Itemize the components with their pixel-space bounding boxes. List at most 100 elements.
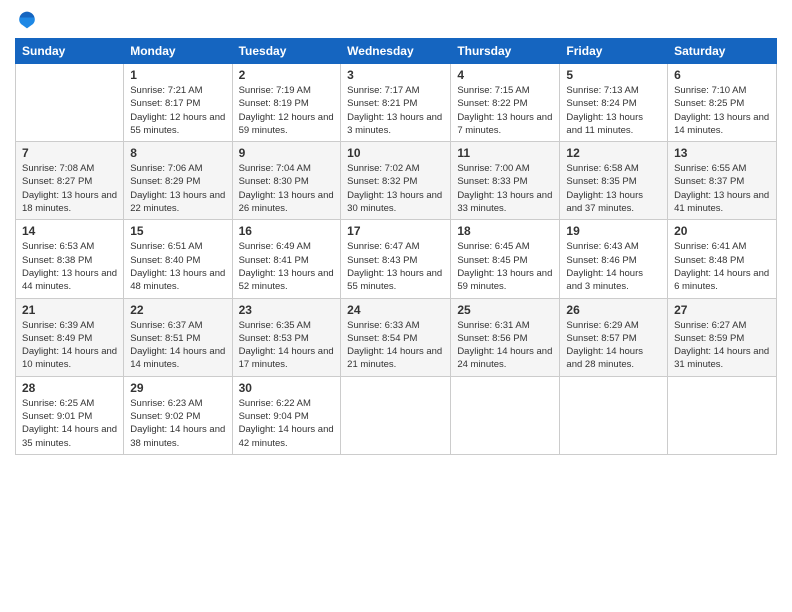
calendar-body: 1Sunrise: 7:21 AM Sunset: 8:17 PM Daylig… [16, 64, 777, 455]
calendar-cell: 13 Sunrise: 6:55 AM Sunset: 8:37 PM Dayli… [668, 142, 777, 220]
day-number: 23 [239, 303, 335, 317]
day-number: 27 [674, 303, 770, 317]
day-info: Sunrise: 7:13 AM Sunset: 8:24 PM Dayligh… [566, 84, 661, 137]
day-info: Sunrise: 6:39 AM Sunset: 8:49 PM Dayligh… [22, 319, 117, 372]
calendar-cell: 29 Sunrise: 6:23 AM Sunset: 9:02 PM Dayli… [124, 376, 232, 454]
calendar-cell [451, 376, 560, 454]
day-info: Sunrise: 7:00 AM Sunset: 8:33 PM Dayligh… [457, 162, 553, 215]
header [15, 10, 777, 30]
calendar-cell [560, 376, 668, 454]
calendar-table: SundayMondayTuesdayWednesdayThursdayFrid… [15, 38, 777, 455]
day-number: 12 [566, 146, 661, 160]
day-info: Sunrise: 6:51 AM Sunset: 8:40 PM Dayligh… [130, 240, 225, 293]
day-info: Sunrise: 6:33 AM Sunset: 8:54 PM Dayligh… [347, 319, 444, 372]
calendar-cell: 21 Sunrise: 6:39 AM Sunset: 8:49 PM Dayli… [16, 298, 124, 376]
main-container: SundayMondayTuesdayWednesdayThursdayFrid… [0, 0, 792, 612]
day-number: 10 [347, 146, 444, 160]
calendar-week-0: 1Sunrise: 7:21 AM Sunset: 8:17 PM Daylig… [16, 64, 777, 142]
day-number: 26 [566, 303, 661, 317]
day-info: Sunrise: 6:53 AM Sunset: 8:38 PM Dayligh… [22, 240, 117, 293]
day-info: Sunrise: 6:55 AM Sunset: 8:37 PM Dayligh… [674, 162, 770, 215]
day-info: Sunrise: 6:25 AM Sunset: 9:01 PM Dayligh… [22, 397, 117, 450]
day-header-saturday: Saturday [668, 39, 777, 64]
calendar-cell: 4 Sunrise: 7:15 AM Sunset: 8:22 PM Daylig… [451, 64, 560, 142]
calendar-cell: 3Sunrise: 7:17 AM Sunset: 8:21 PM Daylig… [341, 64, 451, 142]
day-number: 5 [566, 68, 661, 82]
calendar-week-4: 28 Sunrise: 6:25 AM Sunset: 9:01 PM Dayli… [16, 376, 777, 454]
day-number: 30 [239, 381, 335, 395]
calendar-cell: 24 Sunrise: 6:33 AM Sunset: 8:54 PM Dayli… [341, 298, 451, 376]
day-number: 6 [674, 68, 770, 82]
day-number: 15 [130, 224, 225, 238]
day-number: 9 [239, 146, 335, 160]
day-header-sunday: Sunday [16, 39, 124, 64]
day-info: Sunrise: 6:47 AM Sunset: 8:43 PM Dayligh… [347, 240, 444, 293]
calendar-cell: 6 Sunrise: 7:10 AM Sunset: 8:25 PM Daylig… [668, 64, 777, 142]
day-info: Sunrise: 7:10 AM Sunset: 8:25 PM Dayligh… [674, 84, 770, 137]
day-info: Sunrise: 6:43 AM Sunset: 8:46 PM Dayligh… [566, 240, 661, 293]
calendar-cell: 20 Sunrise: 6:41 AM Sunset: 8:48 PM Dayli… [668, 220, 777, 298]
calendar-cell: 27 Sunrise: 6:27 AM Sunset: 8:59 PM Dayli… [668, 298, 777, 376]
day-info: Sunrise: 7:04 AM Sunset: 8:30 PM Dayligh… [239, 162, 335, 215]
day-header-monday: Monday [124, 39, 232, 64]
day-info: Sunrise: 6:22 AM Sunset: 9:04 PM Dayligh… [239, 397, 335, 450]
calendar-cell: 26 Sunrise: 6:29 AM Sunset: 8:57 PM Dayli… [560, 298, 668, 376]
day-number: 21 [22, 303, 117, 317]
calendar-cell: 12 Sunrise: 6:58 AM Sunset: 8:35 PM Dayli… [560, 142, 668, 220]
day-info: Sunrise: 7:08 AM Sunset: 8:27 PM Dayligh… [22, 162, 117, 215]
calendar-cell: 23 Sunrise: 6:35 AM Sunset: 8:53 PM Dayli… [232, 298, 341, 376]
calendar-cell: 25 Sunrise: 6:31 AM Sunset: 8:56 PM Dayli… [451, 298, 560, 376]
day-info: Sunrise: 6:45 AM Sunset: 8:45 PM Dayligh… [457, 240, 553, 293]
day-number: 4 [457, 68, 553, 82]
calendar-cell: 1Sunrise: 7:21 AM Sunset: 8:17 PM Daylig… [124, 64, 232, 142]
calendar-cell: 11 Sunrise: 7:00 AM Sunset: 8:33 PM Dayli… [451, 142, 560, 220]
logo-text [15, 10, 37, 30]
day-number: 17 [347, 224, 444, 238]
calendar-cell: 22 Sunrise: 6:37 AM Sunset: 8:51 PM Dayli… [124, 298, 232, 376]
day-number: 25 [457, 303, 553, 317]
day-info: Sunrise: 6:31 AM Sunset: 8:56 PM Dayligh… [457, 319, 553, 372]
day-info: Sunrise: 6:35 AM Sunset: 8:53 PM Dayligh… [239, 319, 335, 372]
calendar-cell: 16 Sunrise: 6:49 AM Sunset: 8:41 PM Dayli… [232, 220, 341, 298]
day-header-wednesday: Wednesday [341, 39, 451, 64]
day-info: Sunrise: 6:37 AM Sunset: 8:51 PM Dayligh… [130, 319, 225, 372]
day-number: 2 [239, 68, 335, 82]
day-info: Sunrise: 6:23 AM Sunset: 9:02 PM Dayligh… [130, 397, 225, 450]
day-info: Sunrise: 7:21 AM Sunset: 8:17 PM Dayligh… [130, 84, 225, 137]
calendar-cell [668, 376, 777, 454]
calendar-cell [341, 376, 451, 454]
day-info: Sunrise: 6:58 AM Sunset: 8:35 PM Dayligh… [566, 162, 661, 215]
day-info: Sunrise: 7:19 AM Sunset: 8:19 PM Dayligh… [239, 84, 335, 137]
day-info: Sunrise: 6:29 AM Sunset: 8:57 PM Dayligh… [566, 319, 661, 372]
calendar-cell: 30 Sunrise: 6:22 AM Sunset: 9:04 PM Dayli… [232, 376, 341, 454]
day-info: Sunrise: 7:02 AM Sunset: 8:32 PM Dayligh… [347, 162, 444, 215]
day-number: 18 [457, 224, 553, 238]
day-info: Sunrise: 7:15 AM Sunset: 8:22 PM Dayligh… [457, 84, 553, 137]
day-number: 16 [239, 224, 335, 238]
day-number: 28 [22, 381, 117, 395]
day-number: 29 [130, 381, 225, 395]
calendar-week-3: 21 Sunrise: 6:39 AM Sunset: 8:49 PM Dayli… [16, 298, 777, 376]
day-info: Sunrise: 6:49 AM Sunset: 8:41 PM Dayligh… [239, 240, 335, 293]
calendar-cell: 19Sunrise: 6:43 AM Sunset: 8:46 PM Dayli… [560, 220, 668, 298]
logo-icon [17, 10, 37, 30]
calendar-cell: 28 Sunrise: 6:25 AM Sunset: 9:01 PM Dayli… [16, 376, 124, 454]
day-number: 20 [674, 224, 770, 238]
day-number: 22 [130, 303, 225, 317]
calendar-cell: 17 Sunrise: 6:47 AM Sunset: 8:43 PM Dayli… [341, 220, 451, 298]
calendar-cell: 14Sunrise: 6:53 AM Sunset: 8:38 PM Dayli… [16, 220, 124, 298]
day-header-thursday: Thursday [451, 39, 560, 64]
calendar-week-1: 7Sunrise: 7:08 AM Sunset: 8:27 PM Daylig… [16, 142, 777, 220]
day-header-tuesday: Tuesday [232, 39, 341, 64]
day-number: 13 [674, 146, 770, 160]
day-info: Sunrise: 6:41 AM Sunset: 8:48 PM Dayligh… [674, 240, 770, 293]
day-number: 24 [347, 303, 444, 317]
calendar-cell [16, 64, 124, 142]
calendar-cell: 5 Sunrise: 7:13 AM Sunset: 8:24 PM Daylig… [560, 64, 668, 142]
day-header-friday: Friday [560, 39, 668, 64]
logo [15, 10, 37, 30]
calendar-cell: 9 Sunrise: 7:04 AM Sunset: 8:30 PM Daylig… [232, 142, 341, 220]
days-header-row: SundayMondayTuesdayWednesdayThursdayFrid… [16, 39, 777, 64]
day-info: Sunrise: 6:27 AM Sunset: 8:59 PM Dayligh… [674, 319, 770, 372]
day-number: 11 [457, 146, 553, 160]
